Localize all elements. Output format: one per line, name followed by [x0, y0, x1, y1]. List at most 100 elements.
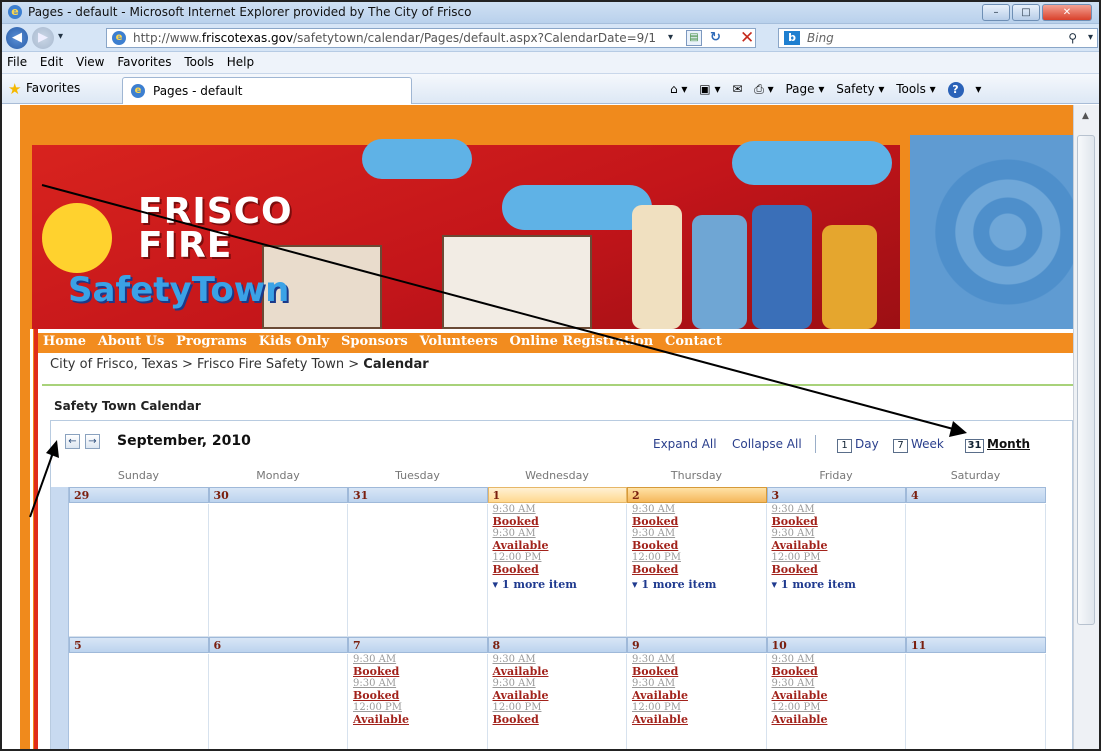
menu-file[interactable]: File: [2, 52, 31, 69]
print-icon[interactable]: ⎙ ▾: [754, 82, 773, 96]
address-bar[interactable]: e http://www.friscotexas.gov/safetytown/…: [106, 28, 756, 48]
week-selector[interactable]: [51, 487, 69, 637]
compatibility-icon[interactable]: ▤: [686, 30, 702, 46]
more-items-link[interactable]: ▾ 1 more item: [488, 576, 627, 591]
expand-all-link[interactable]: Expand All: [653, 437, 717, 451]
day-number-link[interactable]: 9: [627, 637, 767, 653]
nav-home[interactable]: Home: [38, 333, 89, 349]
month-view-button[interactable]: 31 Month: [965, 437, 1030, 453]
event-status-link[interactable]: Available: [767, 690, 906, 702]
scroll-up-icon[interactable]: ▲: [1082, 111, 1089, 121]
day-cell[interactable]: 9:30 AM Booked 9:30 AM Available 12:00 PM Boo…: [766, 504, 906, 637]
nav-sponsors[interactable]: Sponsors: [336, 333, 411, 349]
nav-programs[interactable]: Programs: [171, 333, 250, 349]
day-number-link[interactable]: 29: [69, 487, 209, 503]
day-number-link[interactable]: 10: [766, 637, 906, 653]
nav-about-us[interactable]: About Us: [93, 333, 168, 349]
day-number-link[interactable]: 6: [208, 637, 348, 653]
event-status-link[interactable]: Available: [348, 714, 487, 726]
search-input[interactable]: b Bing ⚲ ▾: [778, 28, 1098, 48]
help-icon[interactable]: ?: [947, 82, 964, 98]
day-cell[interactable]: [69, 654, 209, 749]
favorites-button[interactable]: Favorites: [26, 81, 80, 95]
event-status-link[interactable]: Booked: [627, 564, 766, 576]
back-button[interactable]: ◀: [6, 27, 28, 49]
menu-view[interactable]: View: [71, 52, 108, 69]
day-cell[interactable]: [69, 504, 209, 637]
minimize-button[interactable]: –: [982, 4, 1010, 21]
menu-tools[interactable]: Tools: [179, 52, 218, 69]
safety-menu[interactable]: Safety ▾: [836, 82, 884, 96]
event-status-link[interactable]: Available: [488, 540, 627, 552]
prev-month-button[interactable]: ←: [65, 434, 80, 449]
nav-volunteers[interactable]: Volunteers: [415, 333, 501, 349]
week-selector[interactable]: [51, 637, 69, 749]
favorites-star-icon[interactable]: ★: [8, 80, 21, 98]
event-status-link[interactable]: Booked: [767, 564, 906, 576]
event-status-link[interactable]: Booked: [488, 714, 627, 726]
event-status-link[interactable]: Available: [767, 714, 906, 726]
maximize-button[interactable]: □: [1012, 4, 1040, 21]
day-number-link[interactable]: 4: [906, 487, 1046, 503]
day-cell[interactable]: [906, 504, 1046, 637]
event-status-link[interactable]: Booked: [767, 516, 906, 528]
search-icon[interactable]: ⚲: [1068, 29, 1077, 47]
event-status-link[interactable]: Available: [488, 690, 627, 702]
search-dropdown-icon[interactable]: ▾: [1088, 29, 1093, 47]
history-dropdown-icon[interactable]: ▾: [58, 31, 63, 42]
event-status-link[interactable]: Booked: [627, 540, 766, 552]
day-cell[interactable]: 9:30 AM Booked 9:30 AM Booked 12:00 PM Availa…: [348, 654, 488, 749]
breadcrumb-safety-town[interactable]: Frisco Fire Safety Town: [197, 357, 344, 372]
day-number-link[interactable]: 8: [487, 637, 627, 653]
tools-menu[interactable]: Tools ▾: [896, 82, 935, 96]
forward-button[interactable]: ▶: [32, 27, 54, 49]
collapse-all-link[interactable]: Collapse All: [732, 437, 802, 451]
week-view-button[interactable]: 7 Week: [893, 437, 944, 453]
day-number-link[interactable]: 3: [766, 487, 906, 503]
day-cell[interactable]: 9:30 AM Booked 9:30 AM Available 12:00 PM Ava…: [767, 654, 906, 749]
nav-kids-only[interactable]: Kids Only: [254, 333, 332, 349]
day-cell[interactable]: [209, 654, 348, 749]
day-cell[interactable]: 9:30 AM Available 9:30 AM Available 12:00 PM…: [488, 654, 627, 749]
menu-help[interactable]: Help: [222, 52, 258, 69]
more-items-link[interactable]: ▾ 1 more item: [627, 576, 766, 591]
day-cell[interactable]: 9:30 AM Booked 9:30 AM Available 12:00 PM Boo…: [487, 504, 627, 637]
event-status-link[interactable]: Booked: [627, 516, 766, 528]
nav-contact[interactable]: Contact: [660, 333, 725, 349]
event-status-link[interactable]: Available: [627, 714, 766, 726]
event-status-link[interactable]: Available: [488, 666, 627, 678]
day-cell[interactable]: [906, 654, 1046, 749]
event-status-link[interactable]: Available: [627, 690, 766, 702]
day-cell[interactable]: 9:30 AM Booked 9:30 AM Booked 12:00 PM Booked…: [627, 504, 767, 637]
day-cell[interactable]: [348, 504, 488, 637]
menu-favorites[interactable]: Favorites: [112, 52, 175, 69]
breadcrumb-city[interactable]: City of Frisco, Texas: [50, 357, 178, 372]
day-number-link[interactable]: 7: [348, 637, 488, 653]
home-icon[interactable]: ⌂ ▾: [670, 82, 687, 96]
nav-online-registration[interactable]: Online Registration: [505, 333, 657, 349]
day-number-link[interactable]: 2: [627, 487, 767, 503]
event-status-link[interactable]: Booked: [627, 666, 766, 678]
menu-edit[interactable]: Edit: [35, 52, 67, 69]
refresh-icon[interactable]: ↻: [710, 30, 721, 45]
day-cell[interactable]: 9:30 AM Booked 9:30 AM Available 12:00 PM Ava…: [627, 654, 767, 749]
vertical-scrollbar[interactable]: ▲: [1073, 105, 1099, 749]
mail-icon[interactable]: ✉: [732, 82, 742, 96]
close-button[interactable]: ✕: [1042, 4, 1092, 21]
next-month-button[interactable]: →: [85, 434, 100, 449]
event-status-link[interactable]: Booked: [767, 666, 906, 678]
event-status-link[interactable]: Booked: [488, 564, 627, 576]
help-dropdown-icon[interactable]: ▾: [972, 82, 981, 96]
stop-icon[interactable]: ✕: [740, 28, 754, 48]
day-cell[interactable]: [208, 504, 348, 637]
scrollbar-thumb[interactable]: [1077, 135, 1095, 625]
day-view-button[interactable]: 1 Day: [837, 437, 879, 453]
event-status-link[interactable]: Booked: [348, 690, 487, 702]
day-number-link[interactable]: 11: [906, 637, 1046, 653]
event-status-link[interactable]: Booked: [348, 666, 487, 678]
more-items-link[interactable]: ▾ 1 more item: [767, 576, 906, 591]
event-status-link[interactable]: Booked: [488, 516, 627, 528]
feeds-icon[interactable]: ▣ ▾: [699, 82, 720, 96]
page-menu[interactable]: Page ▾: [785, 82, 824, 96]
event-status-link[interactable]: Available: [767, 540, 906, 552]
